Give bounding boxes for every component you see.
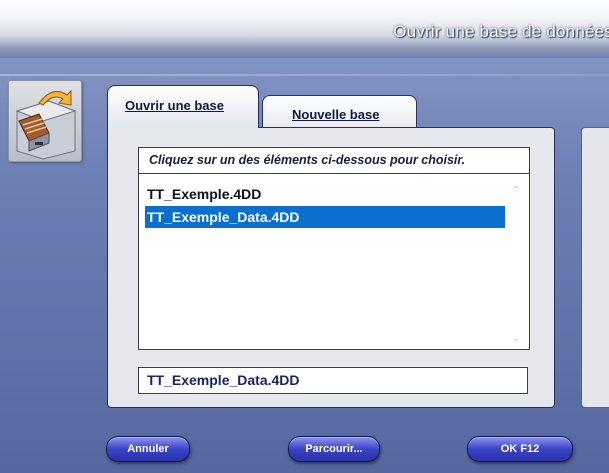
header-separator <box>0 74 609 76</box>
title-bar: Ouvrir une base de données <box>0 0 609 58</box>
database-file-list[interactable]: Cliquez sur un des éléments ci-dessous p… <box>138 147 530 350</box>
list-item-selected[interactable]: TT_Exemple_Data.4DD <box>145 206 505 228</box>
list-instruction: Cliquez sur un des éléments ci-dessous p… <box>139 148 529 174</box>
scroll-up-arrow-icon[interactable]: ⌃ <box>509 186 523 196</box>
selected-file-field[interactable]: TT_Exemple_Data.4DD <box>138 367 528 394</box>
tab-new-database[interactable]: Nouvelle base <box>262 95 417 130</box>
window-title: Ouvrir une base de données <box>393 22 609 41</box>
list-item[interactable]: TT_Exemple.4DD <box>145 183 505 205</box>
ok-button[interactable]: OK F12 <box>467 436 573 462</box>
browse-button[interactable]: Parcourir... <box>288 436 380 462</box>
tab-new-database-label: Nouvelle base <box>292 107 380 122</box>
tab-open-database[interactable]: Ouvrir une base <box>107 85 259 128</box>
scroll-down-arrow-icon[interactable]: ⌄ <box>509 334 523 344</box>
open-database-dialog: Ouvrir une base de données Nouvelle base… <box>0 0 609 473</box>
cancel-button[interactable]: Annuler <box>106 436 190 462</box>
file-drawer-icon <box>8 80 82 162</box>
tab-open-database-label: Ouvrir une base <box>125 98 224 113</box>
side-panel <box>581 127 609 408</box>
